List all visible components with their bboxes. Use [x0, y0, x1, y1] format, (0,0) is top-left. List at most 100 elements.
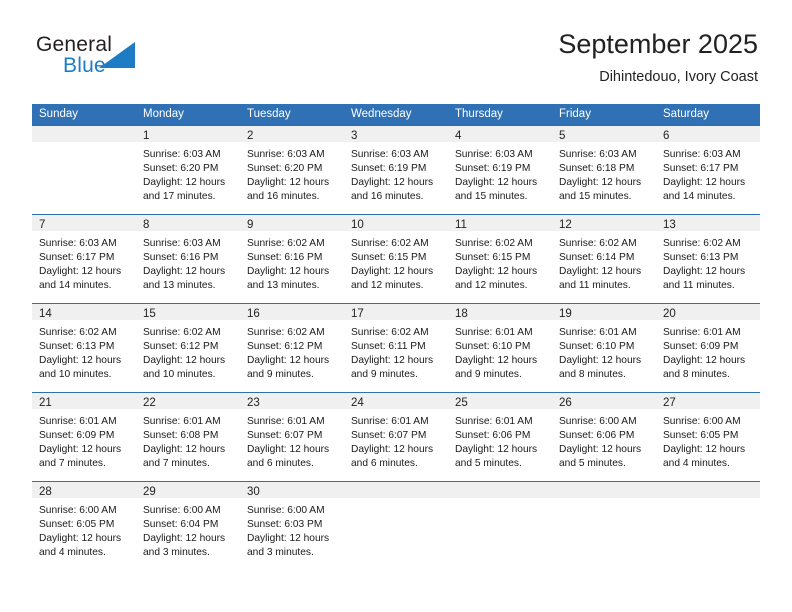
day-details: Sunrise: 6:02 AM Sunset: 6:13 PM Daylight:…	[32, 320, 136, 382]
calendar-day-cell[interactable]: 2 Sunrise: 6:03 AM Sunset: 6:20 PM Daylight…	[240, 126, 344, 214]
day-detail-line: Sunrise: 6:02 AM	[455, 238, 533, 249]
calendar-day-cell[interactable]: 29 Sunrise: 6:00 AM Sunset: 6:04 PM Dayligh…	[136, 482, 240, 569]
day-detail-line: Daylight: 12 hours	[455, 266, 538, 277]
day-number-band: 22	[136, 393, 240, 409]
calendar-day-cell[interactable]: 13 Sunrise: 6:02 AM Sunset: 6:13 PM Dayligh…	[656, 215, 760, 303]
day-detail-line: Sunset: 6:13 PM	[39, 341, 115, 352]
day-detail-line: Sunset: 6:12 PM	[247, 341, 323, 352]
day-detail-line: and 17 minutes.	[143, 191, 216, 202]
calendar-day-cell[interactable]: 9 Sunrise: 6:02 AM Sunset: 6:16 PM Daylight…	[240, 215, 344, 303]
day-details: Sunrise: 6:02 AM Sunset: 6:16 PM Daylight:…	[240, 231, 344, 293]
calendar-day-cell[interactable]: 7 Sunrise: 6:03 AM Sunset: 6:17 PM Daylight…	[32, 215, 136, 303]
calendar-day-cell[interactable]: 14 Sunrise: 6:02 AM Sunset: 6:13 PM Dayligh…	[32, 304, 136, 392]
calendar-day-cell[interactable]: 21 Sunrise: 6:01 AM Sunset: 6:09 PM Dayligh…	[32, 393, 136, 481]
day-number-band: 26	[552, 393, 656, 409]
day-number-band: 8	[136, 215, 240, 231]
calendar-day-cell[interactable]: 22 Sunrise: 6:01 AM Sunset: 6:08 PM Dayligh…	[136, 393, 240, 481]
logo-text-blue: Blue	[63, 54, 106, 77]
day-number: 11	[455, 219, 467, 231]
day-number: 13	[663, 219, 676, 231]
calendar-day-cell[interactable]: 10 Sunrise: 6:02 AM Sunset: 6:15 PM Dayligh…	[344, 215, 448, 303]
calendar-day-cell[interactable]: 18 Sunrise: 6:01 AM Sunset: 6:10 PM Dayligh…	[448, 304, 552, 392]
day-detail-line: and 3 minutes.	[247, 547, 314, 558]
calendar-week-row: 28 Sunrise: 6:00 AM Sunset: 6:05 PM Dayligh…	[32, 481, 760, 569]
day-detail-line: Sunrise: 6:00 AM	[663, 416, 741, 427]
title-block: September 2025 Dihintedouo, Ivory Coast	[558, 28, 758, 86]
day-detail-line: Sunrise: 6:03 AM	[559, 149, 637, 160]
day-number: 21	[39, 397, 52, 409]
calendar-day-cell[interactable]: 11 Sunrise: 6:02 AM Sunset: 6:15 PM Dayligh…	[448, 215, 552, 303]
day-detail-line: Sunset: 6:09 PM	[39, 430, 115, 441]
day-number-band: 25	[448, 393, 552, 409]
day-detail-line: and 15 minutes.	[559, 191, 632, 202]
calendar-day-cell[interactable]: 3 Sunrise: 6:03 AM Sunset: 6:19 PM Daylight…	[344, 126, 448, 214]
day-detail-line: and 16 minutes.	[351, 191, 424, 202]
day-detail-line: Sunset: 6:08 PM	[143, 430, 219, 441]
day-detail-line: and 12 minutes.	[455, 280, 528, 291]
calendar-day-cell[interactable]: 25 Sunrise: 6:01 AM Sunset: 6:06 PM Dayligh…	[448, 393, 552, 481]
weekday-header-sunday: Sunday	[39, 108, 79, 120]
day-detail-line: and 5 minutes.	[559, 458, 626, 469]
day-number-band: 3	[344, 126, 448, 142]
calendar-day-cell[interactable]: 30 Sunrise: 6:00 AM Sunset: 6:03 PM Dayligh…	[240, 482, 344, 569]
calendar-day-cell[interactable]: 24 Sunrise: 6:01 AM Sunset: 6:07 PM Dayligh…	[344, 393, 448, 481]
day-detail-line: Sunrise: 6:02 AM	[559, 238, 637, 249]
calendar-day-cell[interactable]: 16 Sunrise: 6:02 AM Sunset: 6:12 PM Dayligh…	[240, 304, 344, 392]
day-details: Sunrise: 6:01 AM Sunset: 6:09 PM Daylight:…	[32, 409, 136, 471]
day-detail-line: Sunrise: 6:00 AM	[39, 505, 117, 516]
day-detail-line: Sunrise: 6:01 AM	[455, 327, 533, 338]
day-number-band: 4	[448, 126, 552, 142]
day-detail-line: Sunrise: 6:03 AM	[351, 149, 429, 160]
day-number: 9	[247, 219, 254, 231]
day-detail-line: and 3 minutes.	[143, 547, 210, 558]
calendar-day-cell[interactable]: 20 Sunrise: 6:01 AM Sunset: 6:09 PM Dayligh…	[656, 304, 760, 392]
day-number: 18	[455, 308, 468, 320]
weekday-header-monday: Monday	[143, 108, 184, 120]
day-number-band	[32, 126, 136, 142]
day-number-band: 6	[656, 126, 760, 142]
day-detail-line: Sunrise: 6:02 AM	[39, 327, 117, 338]
calendar-day-cell[interactable]: 17 Sunrise: 6:02 AM Sunset: 6:11 PM Dayligh…	[344, 304, 448, 392]
day-detail-line: Sunrise: 6:03 AM	[39, 238, 117, 249]
day-detail-line: Sunset: 6:06 PM	[559, 430, 635, 441]
day-detail-line: Sunrise: 6:03 AM	[455, 149, 533, 160]
general-blue-logo[interactable]: General Blue	[36, 33, 166, 85]
calendar-day-cell-empty	[344, 482, 448, 569]
calendar-day-cell[interactable]: 15 Sunrise: 6:02 AM Sunset: 6:12 PM Dayligh…	[136, 304, 240, 392]
day-detail-line: Sunset: 6:03 PM	[247, 519, 323, 530]
calendar-day-cell[interactable]: 8 Sunrise: 6:03 AM Sunset: 6:16 PM Daylight…	[136, 215, 240, 303]
calendar-day-cell[interactable]: 23 Sunrise: 6:01 AM Sunset: 6:07 PM Dayligh…	[240, 393, 344, 481]
day-detail-line: and 14 minutes.	[39, 280, 112, 291]
day-number-band: 13	[656, 215, 760, 231]
day-details: Sunrise: 6:00 AM Sunset: 6:03 PM Daylight:…	[240, 498, 344, 560]
calendar-day-cell[interactable]: 6 Sunrise: 6:03 AM Sunset: 6:17 PM Daylight…	[656, 126, 760, 214]
day-detail-line: Sunrise: 6:02 AM	[351, 238, 429, 249]
day-detail-line: Sunrise: 6:03 AM	[247, 149, 325, 160]
day-details: Sunrise: 6:02 AM Sunset: 6:12 PM Daylight:…	[136, 320, 240, 382]
day-detail-line: Daylight: 12 hours	[143, 266, 226, 277]
calendar-day-cell[interactable]: 26 Sunrise: 6:00 AM Sunset: 6:06 PM Dayligh…	[552, 393, 656, 481]
day-number-band: 19	[552, 304, 656, 320]
calendar-day-cell[interactable]: 19 Sunrise: 6:01 AM Sunset: 6:10 PM Dayligh…	[552, 304, 656, 392]
day-detail-line: Sunset: 6:19 PM	[351, 163, 427, 174]
day-detail-line: Daylight: 12 hours	[39, 266, 122, 277]
calendar-day-cell[interactable]: 12 Sunrise: 6:02 AM Sunset: 6:14 PM Dayligh…	[552, 215, 656, 303]
day-details: Sunrise: 6:01 AM Sunset: 6:06 PM Daylight:…	[448, 409, 552, 471]
calendar-day-cell[interactable]: 27 Sunrise: 6:00 AM Sunset: 6:05 PM Dayligh…	[656, 393, 760, 481]
day-detail-line: and 10 minutes.	[39, 369, 112, 380]
day-number: 4	[455, 130, 462, 142]
calendar-day-cell[interactable]: 1 Sunrise: 6:03 AM Sunset: 6:20 PM Daylight…	[136, 126, 240, 214]
day-detail-line: Daylight: 12 hours	[351, 266, 434, 277]
calendar-day-cell[interactable]: 28 Sunrise: 6:00 AM Sunset: 6:05 PM Dayligh…	[32, 482, 136, 569]
day-number-band: 7	[32, 215, 136, 231]
day-number-band	[656, 482, 760, 498]
day-detail-line: Daylight: 12 hours	[39, 355, 122, 366]
day-detail-line: Sunset: 6:20 PM	[247, 163, 323, 174]
calendar-day-cell[interactable]: 4 Sunrise: 6:03 AM Sunset: 6:19 PM Daylight…	[448, 126, 552, 214]
day-detail-line: Daylight: 12 hours	[39, 533, 122, 544]
day-details: Sunrise: 6:03 AM Sunset: 6:18 PM Daylight:…	[552, 142, 656, 204]
calendar-day-cell[interactable]: 5 Sunrise: 6:03 AM Sunset: 6:18 PM Daylight…	[552, 126, 656, 214]
calendar-day-cell-empty	[552, 482, 656, 569]
day-detail-line: Daylight: 12 hours	[559, 355, 642, 366]
weekday-header-tuesday: Tuesday	[247, 108, 291, 120]
